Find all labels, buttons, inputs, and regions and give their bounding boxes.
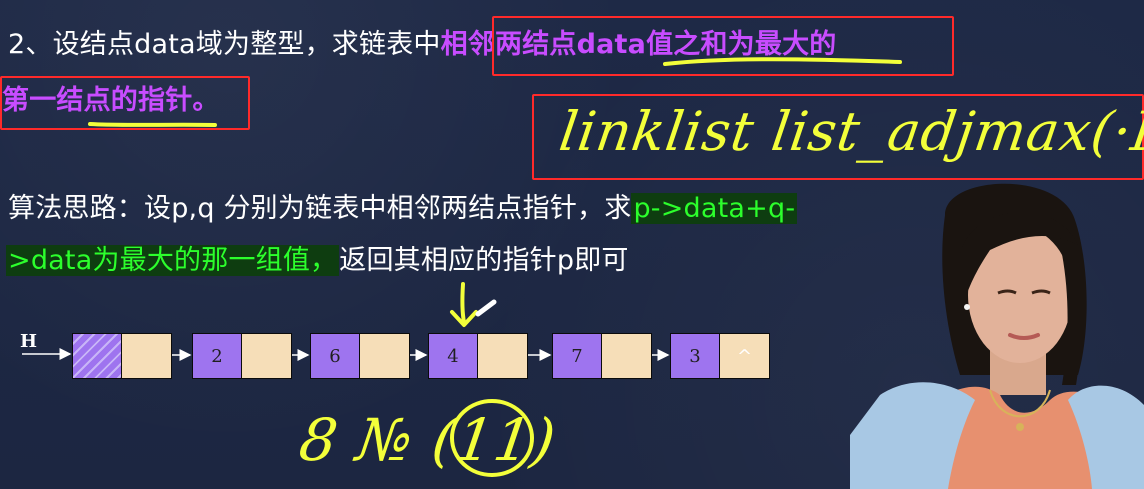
question-text-prefix: 2、设结点data域为整型，求链表中 [8, 29, 441, 60]
presenter-video [850, 175, 1144, 489]
red-annotation-box-2 [0, 76, 250, 130]
red-annotation-box-1 [492, 16, 954, 76]
node-data: 7 [553, 334, 602, 378]
node-data [73, 334, 122, 378]
list-node-head [72, 333, 172, 379]
node-next [478, 334, 527, 378]
node-next [122, 334, 171, 378]
algorithm-text-suffix: 返回其相应的指针p即可 [339, 245, 629, 276]
node-next [602, 334, 651, 378]
lecture-slide: 2、设结点data域为整型，求链表中相邻两结点data值之和为最大的 第一结点的… [0, 0, 1144, 489]
list-node: 2 [192, 333, 292, 379]
node-data: 2 [193, 334, 242, 378]
list-node: 4 [428, 333, 528, 379]
presenter-illustration [850, 183, 1144, 489]
arrow-head [450, 310, 478, 327]
null-pointer: ^ [720, 334, 769, 378]
handwritten-signature: linklist list_adjmax(·H) [555, 100, 1144, 163]
algorithm-highlight-2: >data为最大的那一组值， [6, 245, 340, 276]
algorithm-line-2: >data为最大的那一组值，返回其相应的指针p即可 [6, 244, 629, 278]
arrow-stem [460, 282, 466, 324]
node-next [360, 334, 409, 378]
pen-cursor-icon [475, 299, 497, 317]
algorithm-text-prefix: 算法思路：设p,q 分别为链表中相邻两结点指针，求 [8, 193, 632, 224]
node-next [242, 334, 291, 378]
handwritten-note: 8 № (11) [295, 406, 561, 474]
list-node-tail: 3 ^ [670, 333, 770, 379]
node-data: 6 [311, 334, 360, 378]
node-data: 4 [429, 334, 478, 378]
list-node: 6 [310, 333, 410, 379]
node-data: 3 [671, 334, 720, 378]
algorithm-line-1: 算法思路：设p,q 分别为链表中相邻两结点指针，求p->data+q- [8, 192, 798, 226]
algorithm-highlight-1: p->data+q- [631, 193, 798, 224]
list-node: 7 [552, 333, 652, 379]
head-label: H [20, 331, 38, 352]
